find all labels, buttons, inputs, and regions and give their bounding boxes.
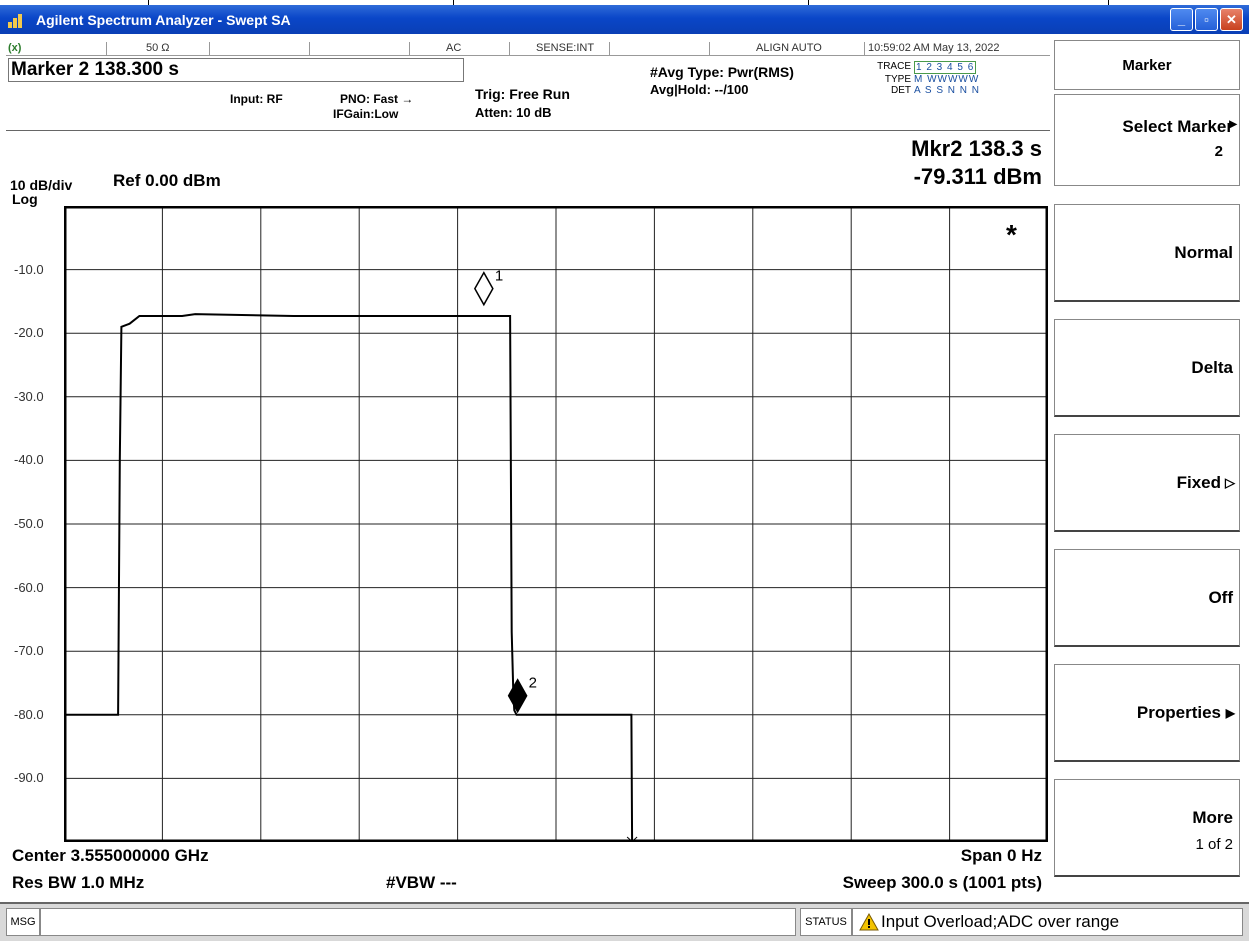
y-tick-label: -10.0 [14,261,44,277]
antenna-icon: (x) [8,42,22,54]
pno-setting: PNO: Fast → [340,92,414,106]
marker-readout-x: Mkr2 138.3 s [911,136,1042,161]
res-bw: Res BW 1.0 MHz [12,873,145,892]
off-button[interactable]: Off [1054,549,1240,647]
submenu-arrow-icon: ▶ [1225,706,1235,720]
y-tick-label: -40.0 [14,452,44,468]
properties-button[interactable]: Properties ▶ [1054,664,1240,762]
status-row: (x) 50 Ω AC SENSE:INT ALIGN AUTO 10:59:0… [6,42,1050,56]
marker-2-diamond [507,678,528,714]
window-title: Agilent Spectrum Analyzer - Swept SA [36,11,291,28]
fixed-button[interactable]: Fixed ▷ [1054,434,1240,532]
atten-setting: Atten: 10 dB [475,105,552,120]
y-tick-label: -60.0 [14,579,44,595]
y-tick-label: -90.0 [14,770,44,786]
log-label: Log [12,191,38,207]
y-tick-label: -80.0 [14,706,44,722]
ref-level: Ref 0.00 dBm [113,171,221,190]
trace-box: TRACE 1 2 3 4 5 6 TYPE M WWWWW DET A S S N … [877,61,981,96]
settings-panel: (x) 50 Ω AC SENSE:INT ALIGN AUTO 10:59:0… [6,34,1050,130]
y-tick-label: -50.0 [14,516,44,531]
title-bar: Agilent Spectrum Analyzer - Swept SA _ ▫… [0,5,1249,34]
graph-panel: Mkr2 138.3 s -79.311 dBm 10 dB/div Ref 0… [6,130,1050,902]
y-tick-label: -70.0 [14,643,44,659]
align-auto: ALIGN AUTO [756,42,822,54]
marker-entry[interactable]: Marker 2 138.300 s [8,58,464,82]
app-icon [8,12,30,28]
minimize-icon[interactable]: _ [1170,8,1193,31]
submenu-arrow-icon: ▶ [1229,119,1237,130]
update-asterisk: * [1006,219,1017,250]
marker-2-label: 2 [529,675,537,692]
sense: SENSE:INT [536,42,595,54]
normal-button[interactable]: Normal [1054,204,1240,302]
sweep: Sweep 300.0 s (1001 pts) [842,873,1042,892]
input-setting: Input: RF [230,92,283,106]
status-label[interactable]: STATUS [800,908,852,936]
trig-setting: Trig: Free Run [475,86,570,102]
span: Span 0 Hz [960,846,1042,865]
delta-button[interactable]: Delta [1054,319,1240,417]
vbw: #VBW --- [386,873,457,892]
more-button[interactable]: More 1 of 2 [1054,779,1240,877]
center-freq: Center 3.555000000 GHz [12,846,209,865]
ifgain-setting: IFGain:Low [333,107,399,121]
status-message: Input Overload;ADC over range [852,908,1243,936]
select-marker-button[interactable]: Select Marker 2 ▶ [1054,94,1240,186]
arrow-icon: → [401,92,414,106]
impedance: 50 Ω [146,42,170,54]
trace-graph[interactable]: 1 2 * [64,206,1048,842]
marker-readout-y: -79.311 dBm [913,164,1042,189]
avg-type: #Avg Type: Pwr(RMS) [650,64,794,80]
msg-area [40,908,796,936]
y-tick-label: -30.0 [14,388,44,404]
status-bar: MSG STATUS Input Overload;ADC over range [0,902,1249,941]
warning-icon [859,913,879,931]
maximize-icon[interactable]: ▫ [1195,8,1218,31]
softkey-menu: Marker Select Marker 2 ▶ Normal Delta Fi… [1050,34,1249,902]
coupling: AC [446,42,462,54]
avg-hold: Avg|Hold: --/100 [650,82,749,97]
hollow-arrow-icon: ▷ [1225,475,1235,490]
msg-label: MSG [6,908,40,936]
marker-readout: Mkr2 138.3 s -79.311 dBm [911,135,1042,191]
y-tick-label: -20.0 [14,325,44,341]
close-icon[interactable]: ✕ [1220,8,1243,31]
datetime: 10:59:02 AM May 13, 2022 [868,42,1000,54]
menu-title: Marker [1054,40,1240,90]
marker-1-diamond [473,271,494,307]
marker-1-label: 1 [495,268,503,285]
